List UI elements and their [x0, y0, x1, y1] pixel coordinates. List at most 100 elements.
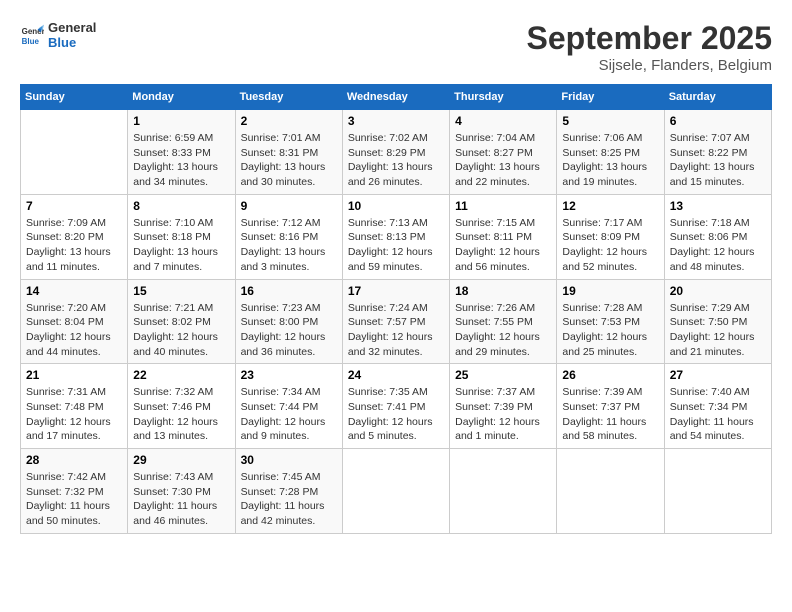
- day-cell: 7 Sunrise: 7:09 AMSunset: 8:20 PMDayligh…: [21, 194, 128, 279]
- day-number: 30: [241, 453, 337, 467]
- day-info: Sunrise: 7:07 AMSunset: 8:22 PMDaylight:…: [670, 131, 766, 190]
- day-number: 23: [241, 368, 337, 382]
- day-number: 1: [133, 114, 229, 128]
- day-info: Sunrise: 7:43 AMSunset: 7:30 PMDaylight:…: [133, 470, 229, 529]
- week-row-4: 21 Sunrise: 7:31 AMSunset: 7:48 PMDaylig…: [21, 364, 772, 449]
- day-number: 21: [26, 368, 122, 382]
- day-cell: 14 Sunrise: 7:20 AMSunset: 8:04 PMDaylig…: [21, 279, 128, 364]
- day-info: Sunrise: 7:09 AMSunset: 8:20 PMDaylight:…: [26, 216, 122, 275]
- title-block: September 2025 Sijsele, Flanders, Belgiu…: [527, 20, 772, 74]
- day-number: 28: [26, 453, 122, 467]
- day-cell: 15 Sunrise: 7:21 AMSunset: 8:02 PMDaylig…: [128, 279, 235, 364]
- day-cell: 17 Sunrise: 7:24 AMSunset: 7:57 PMDaylig…: [342, 279, 449, 364]
- day-info: Sunrise: 7:23 AMSunset: 8:00 PMDaylight:…: [241, 301, 337, 360]
- day-info: Sunrise: 7:34 AMSunset: 7:44 PMDaylight:…: [241, 385, 337, 444]
- day-info: Sunrise: 7:02 AMSunset: 8:29 PMDaylight:…: [348, 131, 444, 190]
- day-number: 18: [455, 284, 551, 298]
- day-info: Sunrise: 7:42 AMSunset: 7:32 PMDaylight:…: [26, 470, 122, 529]
- day-cell: 19 Sunrise: 7:28 AMSunset: 7:53 PMDaylig…: [557, 279, 664, 364]
- day-cell: 8 Sunrise: 7:10 AMSunset: 8:18 PMDayligh…: [128, 194, 235, 279]
- day-info: Sunrise: 7:17 AMSunset: 8:09 PMDaylight:…: [562, 216, 658, 275]
- header-cell-monday: Monday: [128, 85, 235, 110]
- day-info: Sunrise: 7:01 AMSunset: 8:31 PMDaylight:…: [241, 131, 337, 190]
- day-cell: 28 Sunrise: 7:42 AMSunset: 7:32 PMDaylig…: [21, 449, 128, 534]
- day-number: 9: [241, 199, 337, 213]
- day-number: 16: [241, 284, 337, 298]
- day-cell: 5 Sunrise: 7:06 AMSunset: 8:25 PMDayligh…: [557, 110, 664, 195]
- day-cell: 13 Sunrise: 7:18 AMSunset: 8:06 PMDaylig…: [664, 194, 771, 279]
- day-info: Sunrise: 7:04 AMSunset: 8:27 PMDaylight:…: [455, 131, 551, 190]
- day-number: 3: [348, 114, 444, 128]
- month-title: September 2025: [527, 20, 772, 57]
- day-cell: 29 Sunrise: 7:43 AMSunset: 7:30 PMDaylig…: [128, 449, 235, 534]
- day-info: Sunrise: 7:15 AMSunset: 8:11 PMDaylight:…: [455, 216, 551, 275]
- day-cell: 27 Sunrise: 7:40 AMSunset: 7:34 PMDaylig…: [664, 364, 771, 449]
- day-number: 13: [670, 199, 766, 213]
- day-cell: 30 Sunrise: 7:45 AMSunset: 7:28 PMDaylig…: [235, 449, 342, 534]
- header-row: SundayMondayTuesdayWednesdayThursdayFrid…: [21, 85, 772, 110]
- week-row-1: 1 Sunrise: 6:59 AMSunset: 8:33 PMDayligh…: [21, 110, 772, 195]
- svg-text:Blue: Blue: [22, 37, 40, 46]
- day-number: 26: [562, 368, 658, 382]
- day-number: 19: [562, 284, 658, 298]
- day-cell: 25 Sunrise: 7:37 AMSunset: 7:39 PMDaylig…: [450, 364, 557, 449]
- day-number: 27: [670, 368, 766, 382]
- day-cell: 26 Sunrise: 7:39 AMSunset: 7:37 PMDaylig…: [557, 364, 664, 449]
- day-cell: [21, 110, 128, 195]
- day-cell: 18 Sunrise: 7:26 AMSunset: 7:55 PMDaylig…: [450, 279, 557, 364]
- logo-icon: General Blue: [20, 23, 44, 47]
- day-info: Sunrise: 7:31 AMSunset: 7:48 PMDaylight:…: [26, 385, 122, 444]
- day-info: Sunrise: 7:40 AMSunset: 7:34 PMDaylight:…: [670, 385, 766, 444]
- day-info: Sunrise: 7:18 AMSunset: 8:06 PMDaylight:…: [670, 216, 766, 275]
- day-cell: 2 Sunrise: 7:01 AMSunset: 8:31 PMDayligh…: [235, 110, 342, 195]
- day-info: Sunrise: 6:59 AMSunset: 8:33 PMDaylight:…: [133, 131, 229, 190]
- day-number: 15: [133, 284, 229, 298]
- day-cell: [450, 449, 557, 534]
- day-info: Sunrise: 7:37 AMSunset: 7:39 PMDaylight:…: [455, 385, 551, 444]
- day-number: 11: [455, 199, 551, 213]
- day-number: 5: [562, 114, 658, 128]
- week-row-3: 14 Sunrise: 7:20 AMSunset: 8:04 PMDaylig…: [21, 279, 772, 364]
- week-row-2: 7 Sunrise: 7:09 AMSunset: 8:20 PMDayligh…: [21, 194, 772, 279]
- day-cell: 21 Sunrise: 7:31 AMSunset: 7:48 PMDaylig…: [21, 364, 128, 449]
- day-cell: [557, 449, 664, 534]
- day-number: 25: [455, 368, 551, 382]
- location: Sijsele, Flanders, Belgium: [527, 57, 772, 74]
- header-cell-thursday: Thursday: [450, 85, 557, 110]
- header-cell-saturday: Saturday: [664, 85, 771, 110]
- day-info: Sunrise: 7:06 AMSunset: 8:25 PMDaylight:…: [562, 131, 658, 190]
- day-info: Sunrise: 7:39 AMSunset: 7:37 PMDaylight:…: [562, 385, 658, 444]
- day-number: 17: [348, 284, 444, 298]
- day-cell: [664, 449, 771, 534]
- week-row-5: 28 Sunrise: 7:42 AMSunset: 7:32 PMDaylig…: [21, 449, 772, 534]
- header-cell-sunday: Sunday: [21, 85, 128, 110]
- header-cell-friday: Friday: [557, 85, 664, 110]
- day-info: Sunrise: 7:21 AMSunset: 8:02 PMDaylight:…: [133, 301, 229, 360]
- day-info: Sunrise: 7:20 AMSunset: 8:04 PMDaylight:…: [26, 301, 122, 360]
- day-number: 14: [26, 284, 122, 298]
- day-cell: 10 Sunrise: 7:13 AMSunset: 8:13 PMDaylig…: [342, 194, 449, 279]
- day-cell: 23 Sunrise: 7:34 AMSunset: 7:44 PMDaylig…: [235, 364, 342, 449]
- calendar-table: SundayMondayTuesdayWednesdayThursdayFrid…: [20, 84, 772, 534]
- day-info: Sunrise: 7:29 AMSunset: 7:50 PMDaylight:…: [670, 301, 766, 360]
- day-info: Sunrise: 7:12 AMSunset: 8:16 PMDaylight:…: [241, 216, 337, 275]
- day-cell: 11 Sunrise: 7:15 AMSunset: 8:11 PMDaylig…: [450, 194, 557, 279]
- logo: General Blue General Blue: [20, 20, 96, 50]
- logo-general: General: [48, 20, 96, 35]
- day-number: 22: [133, 368, 229, 382]
- day-cell: 12 Sunrise: 7:17 AMSunset: 8:09 PMDaylig…: [557, 194, 664, 279]
- day-info: Sunrise: 7:10 AMSunset: 8:18 PMDaylight:…: [133, 216, 229, 275]
- day-cell: 20 Sunrise: 7:29 AMSunset: 7:50 PMDaylig…: [664, 279, 771, 364]
- page-header: General Blue General Blue September 2025…: [20, 20, 772, 74]
- day-cell: 16 Sunrise: 7:23 AMSunset: 8:00 PMDaylig…: [235, 279, 342, 364]
- day-info: Sunrise: 7:13 AMSunset: 8:13 PMDaylight:…: [348, 216, 444, 275]
- day-number: 12: [562, 199, 658, 213]
- day-number: 2: [241, 114, 337, 128]
- logo-blue: Blue: [48, 35, 96, 50]
- day-number: 20: [670, 284, 766, 298]
- day-number: 10: [348, 199, 444, 213]
- day-info: Sunrise: 7:28 AMSunset: 7:53 PMDaylight:…: [562, 301, 658, 360]
- day-number: 24: [348, 368, 444, 382]
- day-number: 29: [133, 453, 229, 467]
- day-info: Sunrise: 7:32 AMSunset: 7:46 PMDaylight:…: [133, 385, 229, 444]
